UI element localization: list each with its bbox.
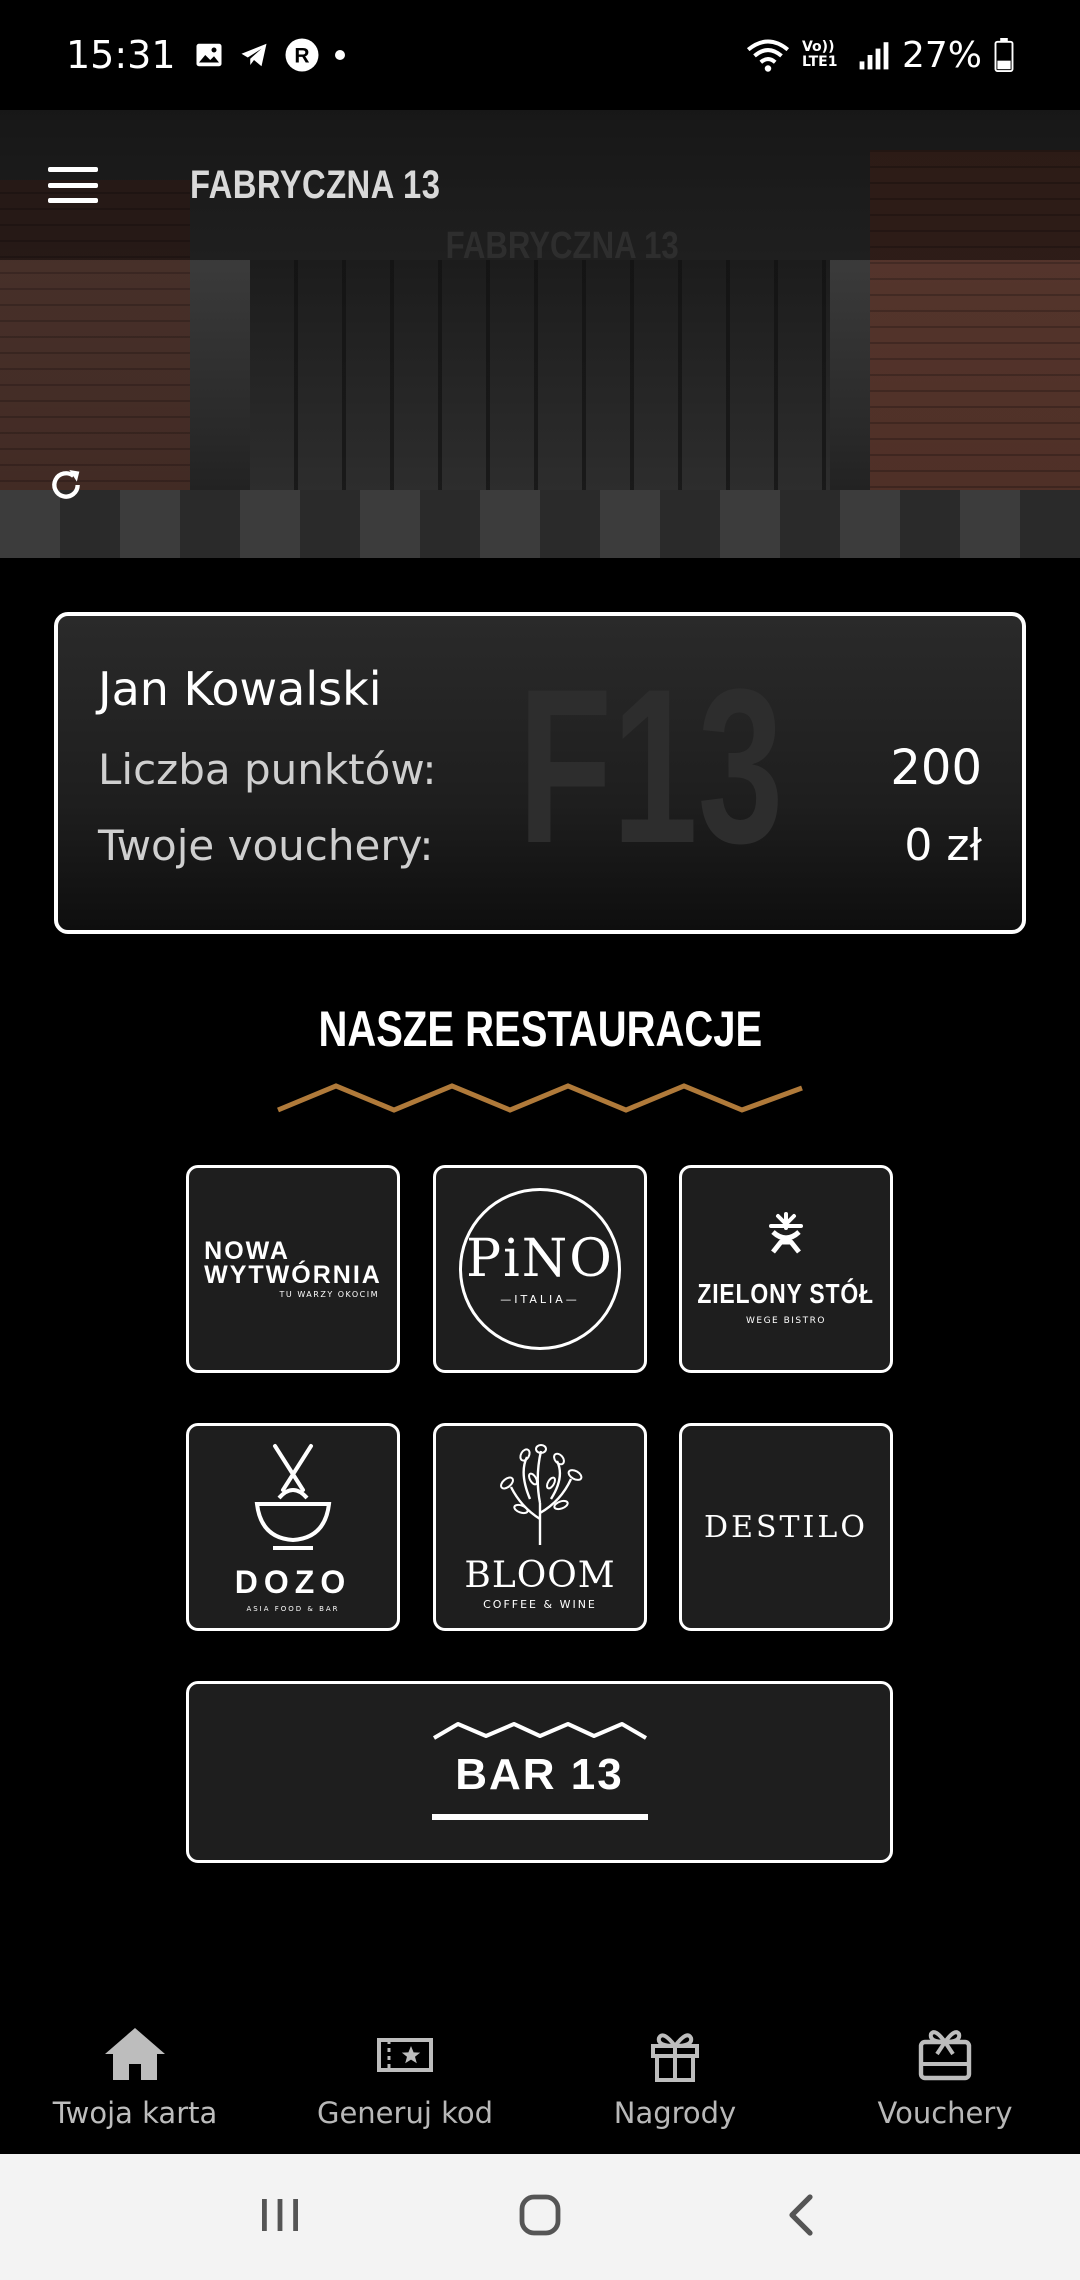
vouchers-label: Twoje vouchery: (98, 821, 434, 870)
svg-text:R: R (294, 45, 309, 68)
zielony-stol-tagline: WEGE BISTRO (746, 1316, 826, 1326)
nav-label: Twoja karta (52, 2096, 218, 2130)
app-r-icon: R (284, 37, 320, 73)
bottom-navigation: Twoja karta Generuj kod Nagrody Vouchery (0, 2000, 1080, 2154)
bar-13-name: BAR 13 (455, 1749, 624, 1799)
nav-twoja-karta[interactable]: Twoja karta (0, 2000, 270, 2154)
bloom-tree-icon (485, 1443, 595, 1551)
section-title-text: NASZE RESTAURACJE (318, 1001, 762, 1057)
zigzag-divider (277, 1083, 803, 1113)
bar-13-underline (431, 1806, 648, 1825)
restaurant-tile-zielony-stol[interactable]: ZIELONY STÓŁ WEGE BISTRO (679, 1165, 893, 1373)
bloom-tagline: COFFEE & WINE (483, 1598, 597, 1611)
zielony-stol-logo-icon (761, 1212, 811, 1264)
gift-icon (647, 2026, 703, 2086)
home-circle-icon (516, 2191, 564, 2243)
volte-label: Vo)) LTE1 (801, 39, 838, 70)
status-bar: 15:31 R Vo)) LTE1 27% (0, 0, 1080, 110)
dozo-name: DOZO (234, 1563, 352, 1600)
hero-banner: FABRYCZNA 13 FABRYCZNA 13 (0, 110, 1080, 558)
status-right: Vo)) LTE1 27% (746, 35, 1014, 76)
dozo-tagline: ASIA FOOD & BAR (246, 1604, 340, 1613)
back-button[interactable] (760, 2187, 840, 2247)
dozo-bowl-icon (251, 1442, 335, 1556)
recents-button[interactable] (240, 2187, 320, 2247)
home-icon (103, 2026, 167, 2086)
pino-logo: PiNO —ITALIA— (459, 1188, 621, 1350)
refresh-icon[interactable] (46, 465, 86, 505)
restaurant-tile-dozo[interactable]: DOZO ASIA FOOD & BAR (186, 1423, 400, 1631)
ticket-star-icon (377, 2026, 433, 2086)
destilo-name: DESTILO (704, 1509, 868, 1545)
restaurant-tile-destilo[interactable]: DESTILO (679, 1423, 893, 1631)
section-title: NASZE RESTAURACJE (0, 1000, 1080, 1058)
nowa-wytwornia-logo: NOWA WYTWÓRNIA (204, 1237, 382, 1289)
nav-label: Generuj kod (316, 2096, 494, 2130)
hero-glass-lines (250, 260, 830, 490)
nav-label: Nagrody (613, 2096, 737, 2130)
pino-logo-text: PiNO (466, 1228, 614, 1289)
restaurant-tile-bloom[interactable]: BLOOM COFFEE & WINE (433, 1423, 647, 1631)
signal-icon (858, 39, 890, 71)
recents-icon (258, 2195, 302, 2239)
nowa-wytwornia-line1: NOWA (204, 1237, 290, 1265)
pino-tagline: —ITALIA— (500, 1292, 580, 1306)
bar-13-wave-icon (432, 1720, 648, 1746)
nowa-wytwornia-tagline: TU WARZY OKOCIM (279, 1290, 379, 1299)
menu-icon[interactable] (48, 167, 98, 203)
nav-nagrody[interactable]: Nagrody (540, 2000, 810, 2154)
nav-label: Vouchery (877, 2096, 1013, 2130)
top-app-bar: FABRYCZNA 13 (0, 110, 1080, 260)
nav-vouchery[interactable]: Vouchery (810, 2000, 1080, 2154)
bar-13-logo: BAR 13 (431, 1720, 648, 1825)
bloom-name: BLOOM (464, 1555, 616, 1596)
zielony-stol-name: ZIELONY STÓŁ (697, 1278, 875, 1309)
vouchers-value: 0 zł (904, 820, 982, 871)
nowa-wytwornia-line2: WYTWÓRNIA (204, 1261, 382, 1289)
back-chevron-icon (780, 2191, 820, 2243)
loyalty-card: F13 Jan Kowalski Liczba punktów: 200 Two… (54, 612, 1026, 934)
home-button[interactable] (500, 2187, 580, 2247)
system-navigation-bar (0, 2154, 1080, 2280)
restaurant-tile-pino[interactable]: PiNO —ITALIA— (433, 1165, 647, 1373)
vouchers-row: Twoje vouchery: 0 zł (98, 820, 982, 871)
gallery-icon (194, 40, 224, 70)
notification-icons: R (194, 37, 346, 73)
gift-card-icon (917, 2026, 973, 2086)
restaurant-tile-nowa-wytwornia[interactable]: NOWA WYTWÓRNIA TU WARZY OKOCIM (186, 1165, 400, 1373)
wifi-icon (746, 37, 790, 73)
status-time: 15:31 (66, 33, 176, 77)
card-holder-name: Jan Kowalski (98, 662, 382, 716)
telegram-icon (238, 40, 270, 70)
battery-percent: 27% (901, 34, 982, 76)
app-title: FABRYCZNA 13 (190, 162, 441, 207)
nav-generuj-kod[interactable]: Generuj kod (270, 2000, 540, 2154)
battery-icon (994, 38, 1014, 72)
restaurant-tile-bar-13[interactable]: BAR 13 (186, 1681, 893, 1863)
points-label: Liczba punktów: (98, 745, 437, 794)
more-notifications-dot-icon (334, 49, 346, 61)
points-row: Liczba punktów: 200 (98, 740, 982, 796)
points-value: 200 (890, 740, 982, 796)
hero-floor (0, 490, 1080, 558)
